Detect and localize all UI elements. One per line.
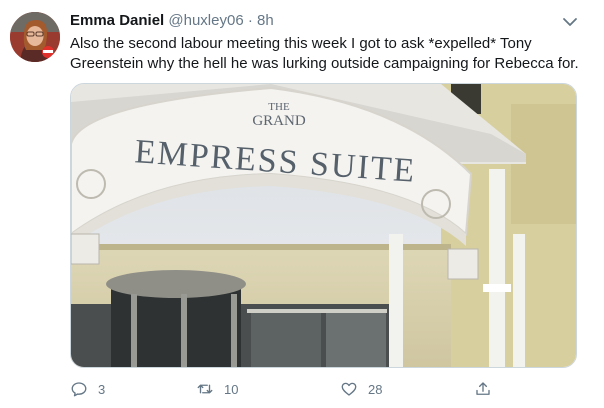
avatar[interactable] bbox=[10, 12, 60, 62]
author-name[interactable]: Emma Daniel bbox=[70, 12, 164, 29]
like-icon bbox=[341, 382, 357, 396]
reply-count: 3 bbox=[98, 381, 106, 397]
retweet-button[interactable]: 10 bbox=[196, 378, 238, 400]
retweet-icon bbox=[197, 384, 213, 394]
share-button[interactable] bbox=[474, 378, 502, 400]
author-handle[interactable]: @huxley06 bbox=[168, 12, 243, 29]
tweet-card[interactable]: Emma Daniel @huxley06 · 8h Also the seco… bbox=[0, 0, 604, 408]
retweet-count: 10 bbox=[224, 381, 239, 397]
tweet-image[interactable]: THE GRAND EMPRESS SUITE bbox=[70, 83, 577, 368]
tweet-header: Emma Daniel @huxley06 · 8h bbox=[70, 11, 274, 31]
sign-text-the: THE bbox=[268, 101, 290, 113]
like-button[interactable]: 28 bbox=[340, 378, 382, 400]
sign-text-grand: GRAND bbox=[252, 113, 306, 129]
share-icon bbox=[476, 382, 490, 395]
header-separator: · bbox=[247, 12, 253, 29]
reply-button[interactable]: 3 bbox=[70, 378, 105, 400]
tweet-time[interactable]: 8h bbox=[257, 12, 274, 29]
reply-icon bbox=[71, 382, 87, 397]
tweet-text: Also the second labour meeting this week… bbox=[70, 35, 579, 72]
like-count: 28 bbox=[368, 381, 383, 397]
tweet-actions: 3 10 28 bbox=[70, 378, 590, 400]
chevron-down-icon[interactable] bbox=[560, 12, 580, 32]
